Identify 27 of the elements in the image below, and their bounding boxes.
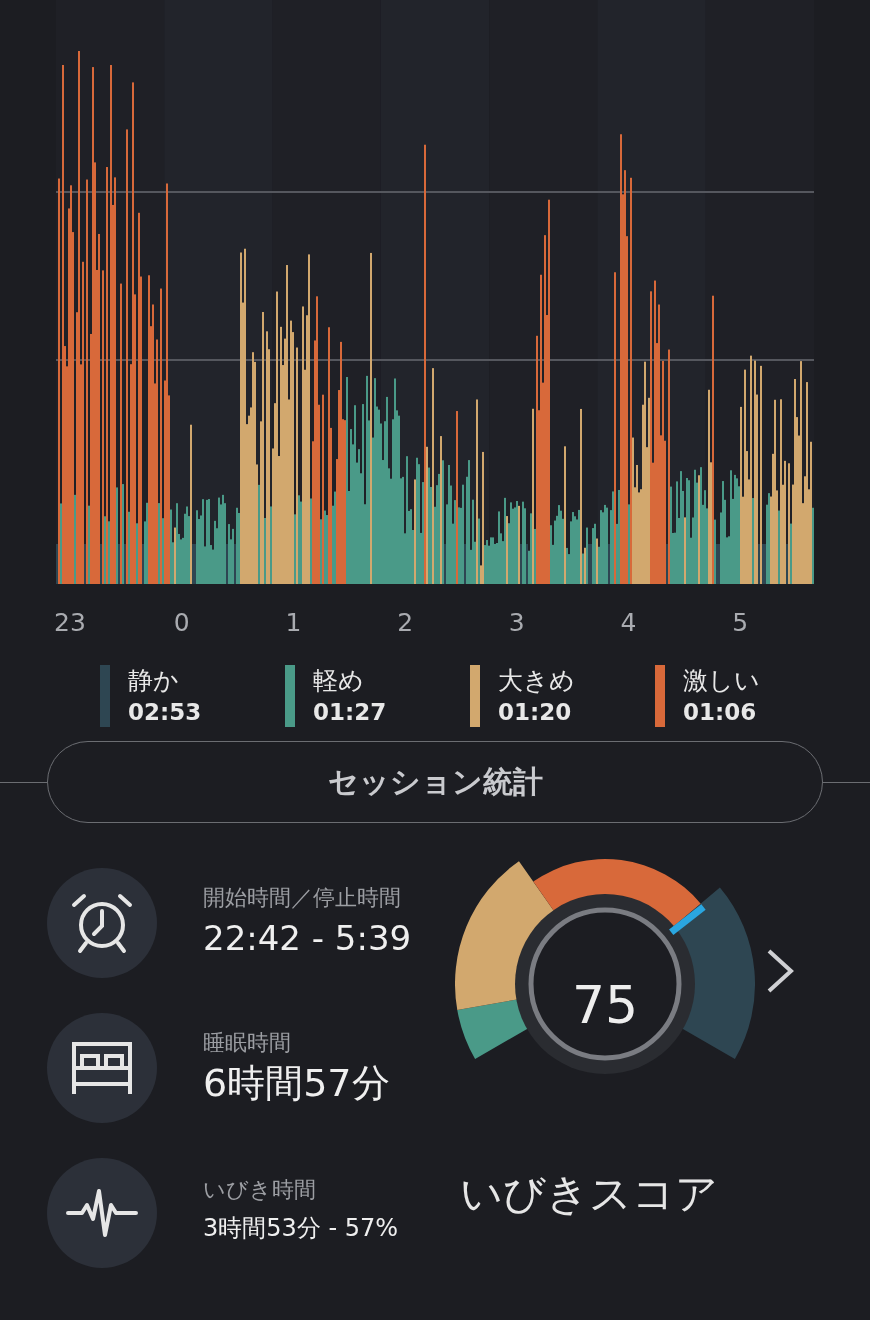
legend-label: 激しい	[683, 665, 760, 697]
axis-label: 3	[507, 608, 526, 637]
axis-label: 23	[53, 608, 87, 637]
legend-label: 大きめ	[498, 665, 575, 697]
chevron-right-icon[interactable]	[765, 948, 795, 994]
score-value: 75	[570, 975, 640, 1035]
stat-label: いびき時間	[203, 1176, 317, 1204]
stat-label: 開始時間／停止時間	[203, 884, 402, 912]
legend-time: 02:53	[128, 698, 202, 727]
legend-label: 静か	[128, 665, 180, 697]
alarm-clock-icon	[70, 891, 134, 955]
axis-label: 2	[396, 608, 415, 637]
stat-value: 3時間53分 - 57%	[203, 1213, 399, 1244]
legend-time: 01:20	[498, 698, 573, 727]
legend-time: 01:06	[683, 698, 758, 727]
pulse-icon	[66, 1189, 138, 1237]
axis-label: 4	[619, 608, 638, 637]
score-label: いびきスコア	[460, 1168, 718, 1220]
legend-time: 01:27	[313, 698, 387, 727]
stat-value: 22:42 - 5:39	[203, 917, 412, 960]
axis-label: 5	[731, 608, 750, 637]
stat-value: 6時間57分	[203, 1060, 390, 1107]
stat-label: 睡眠時間	[203, 1029, 292, 1057]
axis-label: 0	[172, 608, 191, 637]
legend-label: 軽め	[313, 665, 365, 697]
session-stats-button[interactable]: セッション統計	[47, 741, 823, 823]
axis-label: 1	[284, 608, 303, 637]
